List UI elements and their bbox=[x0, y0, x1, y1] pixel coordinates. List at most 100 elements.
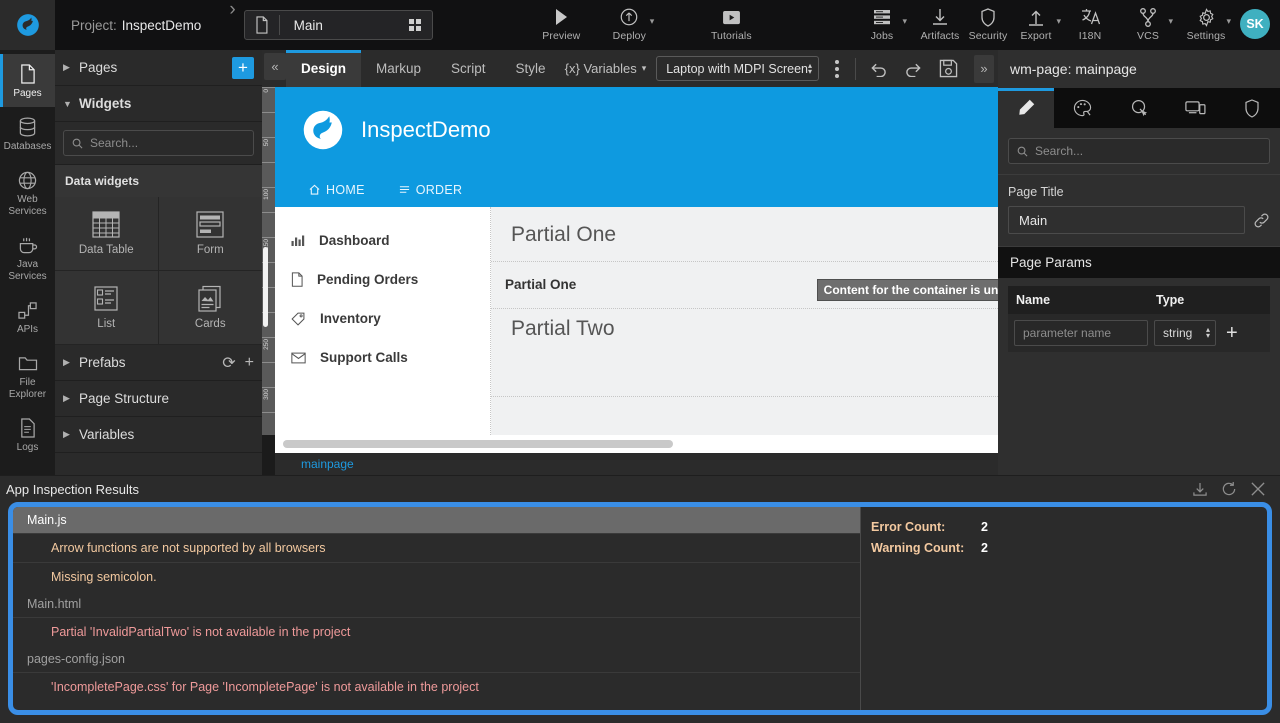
rail-item-pages[interactable]: Pages bbox=[0, 54, 55, 107]
tutorials-button[interactable]: Tutorials bbox=[709, 0, 753, 42]
widget-data-table-label: Data Table bbox=[79, 244, 134, 256]
accordion-prefabs[interactable]: ▶ Prefabs ⟳ + bbox=[55, 345, 262, 381]
chevron-down-icon[interactable]: ▾ bbox=[902, 16, 907, 27]
inspection-message[interactable]: 'IncompletePage.css' for Page 'Incomplet… bbox=[13, 672, 860, 701]
widget-search-input[interactable]: Search... bbox=[63, 130, 254, 156]
refresh-icon[interactable] bbox=[1221, 481, 1237, 497]
vcs-button[interactable]: VCS ▾ bbox=[1126, 0, 1170, 42]
param-type-select[interactable]: string ▴▾ bbox=[1154, 320, 1216, 346]
side-item-pending-orders[interactable]: Pending Orders bbox=[275, 260, 490, 299]
device-select[interactable]: Laptop with MDPI Screen ▴▾ bbox=[656, 56, 819, 81]
rail-item-java-services[interactable]: Java Services bbox=[0, 225, 55, 290]
inspection-message[interactable]: Partial 'InvalidPartialTwo' is not avail… bbox=[13, 617, 860, 646]
page-title-input[interactable]: Main bbox=[1008, 206, 1245, 234]
inspection-file-group[interactable]: pages-config.json bbox=[13, 646, 860, 672]
link-icon[interactable] bbox=[1253, 212, 1270, 229]
breadcrumb-mainpage[interactable]: mainpage bbox=[301, 457, 354, 471]
data-table-icon bbox=[92, 211, 120, 238]
variables-button[interactable]: {x} Variables ▾ bbox=[565, 61, 647, 76]
wavemaker-logo-icon[interactable] bbox=[0, 0, 55, 50]
properties-search-input[interactable]: Search... bbox=[1008, 138, 1270, 164]
jobs-button[interactable]: Jobs ▾ bbox=[860, 0, 904, 42]
deploy-button[interactable]: Deploy ▾ bbox=[607, 0, 651, 42]
tag-icon bbox=[291, 312, 306, 326]
nav-item-order[interactable]: ORDER bbox=[399, 183, 463, 197]
tab-markup[interactable]: Markup bbox=[361, 50, 436, 87]
accordion-page-structure[interactable]: ▶ Page Structure bbox=[55, 381, 262, 417]
tab-styles[interactable] bbox=[1054, 88, 1110, 128]
accordion-pages[interactable]: ▶ Pages + bbox=[55, 50, 262, 86]
form-icon bbox=[196, 211, 224, 238]
accordion-widgets[interactable]: ▼ Widgets bbox=[55, 86, 262, 122]
tab-security[interactable] bbox=[1224, 88, 1280, 128]
inspection-message[interactable]: Arrow functions are not supported by all… bbox=[13, 533, 860, 562]
collapse-left-panel-button[interactable]: « bbox=[264, 53, 286, 80]
rail-item-web-services[interactable]: Web Services bbox=[0, 160, 55, 225]
rail-item-databases[interactable]: Databases bbox=[0, 107, 55, 160]
chevron-down-icon[interactable]: ▾ bbox=[1226, 16, 1231, 27]
devices-icon bbox=[1185, 100, 1206, 116]
side-item-dashboard[interactable]: Dashboard bbox=[275, 221, 490, 260]
inspection-results-list: Main.js Arrow functions are not supporte… bbox=[13, 507, 861, 710]
tab-style[interactable]: Style bbox=[501, 50, 561, 87]
project-name[interactable]: InspectDemo bbox=[122, 18, 202, 33]
grid-view-icon[interactable] bbox=[398, 19, 432, 31]
app-logo-icon bbox=[301, 108, 345, 152]
add-prefab-button[interactable]: + bbox=[245, 354, 254, 372]
tab-script[interactable]: Script bbox=[436, 50, 501, 87]
tab-devices[interactable] bbox=[1167, 88, 1223, 128]
param-name-input[interactable]: parameter name bbox=[1014, 320, 1148, 346]
chevron-down-icon[interactable]: ▾ bbox=[650, 16, 655, 27]
close-icon[interactable] bbox=[1250, 481, 1266, 497]
rail-item-logs[interactable]: Logs bbox=[0, 408, 55, 461]
download-icon[interactable] bbox=[1192, 482, 1208, 497]
undo-icon[interactable] bbox=[866, 60, 891, 77]
side-item-support-calls[interactable]: Support Calls bbox=[275, 338, 490, 377]
editor-tools: {x} Variables ▾ Laptop with MDPI Screen … bbox=[565, 50, 998, 87]
widget-form[interactable]: Form bbox=[159, 197, 263, 271]
preview-button[interactable]: Preview bbox=[539, 0, 583, 42]
canvas-vertical-scrollbar[interactable] bbox=[263, 247, 268, 327]
tab-design[interactable]: Design bbox=[286, 50, 361, 87]
page-title-row: Main bbox=[1008, 206, 1270, 234]
partial-two-empty-container[interactable] bbox=[491, 355, 998, 397]
security-button[interactable]: Security bbox=[966, 0, 1010, 42]
chevron-down-icon[interactable]: ▾ bbox=[1168, 16, 1173, 27]
rail-item-file-explorer[interactable]: File Explorer bbox=[0, 343, 55, 408]
more-options-icon[interactable] bbox=[829, 60, 845, 78]
tab-events[interactable] bbox=[1111, 88, 1167, 128]
save-icon[interactable] bbox=[936, 59, 961, 78]
rail-label-apis: APIs bbox=[17, 324, 38, 335]
refresh-icon[interactable]: ⟳ bbox=[222, 353, 235, 373]
inspection-message[interactable]: Missing semicolon. bbox=[13, 562, 860, 591]
settings-button[interactable]: Settings ▾ bbox=[1184, 0, 1228, 42]
export-button[interactable]: Export ▾ bbox=[1014, 0, 1058, 42]
collapse-right-panel-button[interactable]: » bbox=[974, 55, 994, 83]
toolbar-right-group: Jobs ▾ Artifacts Security Export bbox=[860, 0, 1280, 50]
widget-data-table[interactable]: Data Table bbox=[55, 197, 159, 271]
current-page-chip[interactable]: Main bbox=[244, 10, 433, 40]
nav-item-home[interactable]: HOME bbox=[309, 183, 365, 197]
add-param-button[interactable]: + bbox=[1222, 323, 1242, 343]
i18n-button[interactable]: I18N bbox=[1068, 0, 1112, 42]
add-page-button[interactable]: + bbox=[232, 57, 254, 79]
tab-properties[interactable] bbox=[998, 88, 1054, 128]
side-item-inventory[interactable]: Inventory bbox=[275, 299, 490, 338]
chevron-down-icon[interactable]: ▾ bbox=[1056, 16, 1061, 27]
widget-cards[interactable]: Cards bbox=[159, 271, 263, 345]
rail-item-apis[interactable]: APIs bbox=[0, 290, 55, 343]
design-canvas[interactable]: InspectDemo HOME ORDER bbox=[275, 87, 998, 435]
inspection-file-group[interactable]: Main.html bbox=[13, 591, 860, 617]
rail-label-pages: Pages bbox=[13, 88, 41, 99]
canvas-horizontal-scrollbar[interactable] bbox=[283, 440, 673, 448]
artifacts-button[interactable]: Artifacts bbox=[918, 0, 962, 42]
inspection-results-box: Main.js Arrow functions are not supporte… bbox=[8, 502, 1272, 715]
inspection-file-group[interactable]: Main.js bbox=[13, 507, 860, 533]
file-icon bbox=[291, 272, 303, 287]
canvas-breadcrumb: mainpage bbox=[275, 453, 998, 475]
right-properties-panel: wm-page: mainpage bbox=[998, 50, 1280, 475]
avatar[interactable]: SK bbox=[1240, 9, 1270, 39]
accordion-variables[interactable]: ▶ Variables bbox=[55, 417, 262, 453]
redo-icon[interactable] bbox=[901, 60, 926, 77]
widget-list[interactable]: List bbox=[55, 271, 159, 345]
